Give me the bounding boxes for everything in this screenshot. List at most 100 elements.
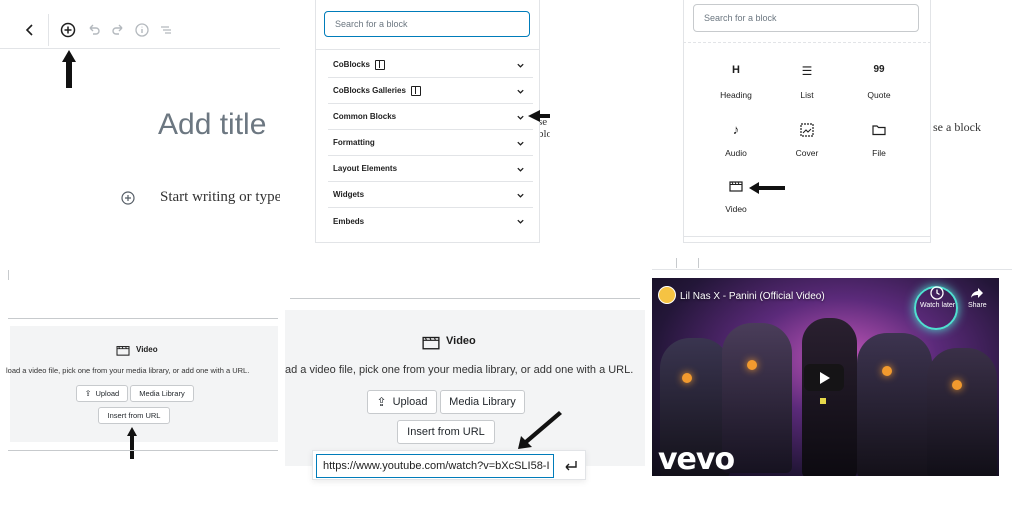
paragraph-placeholder[interactable]: Start writing or type [160, 189, 280, 206]
robot-eye-light [682, 373, 692, 383]
toolbar-divider [48, 14, 49, 46]
panel-embedded-video: Lil Nas X - Panini (Official Video) Watc… [650, 250, 1024, 512]
share-icon[interactable] [970, 286, 984, 300]
block-label: List [800, 90, 814, 100]
block-search-input[interactable]: Search for a block [693, 4, 919, 32]
block-bottom-border [8, 450, 278, 451]
pointer-arrow-left [747, 180, 787, 196]
category-label: Embeds [333, 216, 365, 226]
block-list[interactable]: ☰ List [772, 64, 842, 100]
upload-icon: ⇪ [84, 389, 92, 398]
category-common-blocks[interactable]: Common Blocks [328, 104, 533, 130]
add-block-icon[interactable] [58, 20, 78, 40]
toolbar-bottom-border [0, 48, 280, 49]
search-divider [315, 49, 540, 50]
coblocks-logo-icon [410, 85, 421, 96]
quote-icon: 99 [873, 64, 885, 75]
info-icon[interactable] [132, 20, 152, 40]
block-navigation-icon[interactable] [156, 20, 176, 40]
chevron-down-icon [517, 219, 524, 224]
category-label: Formatting [333, 138, 375, 147]
upload-button[interactable]: ⇪ Upload [367, 390, 437, 414]
inline-add-block-icon[interactable] [120, 190, 136, 206]
video-icon [728, 178, 744, 194]
category-coblocks[interactable]: CoBlocks [328, 52, 533, 78]
upload-label: Upload [392, 396, 428, 408]
chevron-down-icon [517, 193, 524, 198]
block-heading[interactable]: H Heading [701, 64, 771, 100]
block-label: File [872, 148, 886, 158]
placeholder-instructions: ad a video file, pick one from your medi… [285, 364, 634, 376]
redo-icon[interactable] [108, 20, 128, 40]
insert-from-url-button[interactable]: Insert from URL [98, 407, 170, 424]
robot-eye-light [952, 380, 962, 390]
search-divider [683, 42, 931, 43]
chevron-down-icon [517, 63, 524, 68]
video-icon [116, 344, 130, 356]
url-input[interactable]: https://www.youtube.com/watch?v=bXcSLI58… [316, 454, 554, 478]
list-icon: ☰ [801, 64, 813, 78]
toolbar-divider [676, 258, 677, 268]
panel-video-placeholder-small: Video load a video file, pick one from y… [0, 262, 290, 512]
category-widgets[interactable]: Widgets [328, 182, 533, 208]
category-coblocks-galleries[interactable]: CoBlocks Galleries [328, 78, 533, 104]
robot-figure [857, 333, 932, 476]
undo-icon[interactable] [84, 20, 104, 40]
category-formatting[interactable]: Formatting [328, 130, 533, 156]
category-label: Common Blocks [333, 112, 397, 121]
post-title-placeholder[interactable]: Add title [158, 108, 266, 142]
cursor-mark [8, 270, 9, 280]
video-icon [422, 334, 440, 350]
placeholder-instructions: load a video file, pick one from your me… [6, 366, 250, 375]
audio-icon: ♪ [732, 122, 740, 137]
block-file[interactable]: File [844, 122, 914, 158]
block-cover[interactable]: Cover [772, 122, 842, 158]
placeholder-title: Video [446, 335, 476, 347]
block-label: Quote [867, 90, 891, 100]
pointer-arrow-left [526, 108, 550, 124]
robot-eye-light [747, 360, 757, 370]
watch-later-icon[interactable] [930, 286, 944, 300]
pointer-arrow-up [60, 48, 78, 90]
back-chevron-icon[interactable] [20, 20, 40, 40]
robot-eye-light [882, 366, 892, 376]
panel-common-blocks-grid: se a block Search for a block H Heading … [683, 0, 1024, 250]
youtube-embed[interactable]: Lil Nas X - Panini (Official Video) Watc… [652, 278, 999, 476]
cover-icon [799, 122, 815, 138]
block-top-border [8, 318, 278, 319]
coblocks-logo-icon [374, 59, 385, 70]
panel-video-placeholder-url: Video ad a video file, pick one from you… [285, 262, 645, 512]
block-search-input[interactable]: Search for a block [324, 11, 530, 37]
block-label: Heading [720, 90, 752, 100]
block-top-border [290, 298, 640, 299]
play-button-icon[interactable] [804, 364, 844, 391]
panel-editor-toolbar: Add title Start writing or type [0, 0, 280, 250]
chevron-down-icon [517, 167, 524, 172]
panel-block-categories: se a block Search for a block CoBlocks C… [310, 0, 550, 250]
toolbar-divider [698, 258, 699, 268]
video-title[interactable]: Lil Nas X - Panini (Official Video) [680, 291, 825, 302]
behind-text: se a block [933, 120, 981, 134]
jacket-patch [820, 398, 826, 404]
media-library-button[interactable]: Media Library [440, 390, 525, 414]
file-icon [871, 122, 887, 138]
category-divider [683, 236, 931, 237]
media-library-button[interactable]: Media Library [130, 385, 194, 402]
category-layout-elements[interactable]: Layout Elements [328, 156, 533, 182]
apply-enter-icon[interactable] [563, 459, 579, 473]
block-quote[interactable]: 99 Quote [844, 64, 914, 100]
upload-button[interactable]: ⇪ Upload [76, 385, 128, 402]
placeholder-title: Video [136, 345, 158, 354]
chevron-down-icon [517, 89, 524, 94]
share-label: Share [968, 302, 987, 309]
category-label: Layout Elements [333, 164, 398, 173]
category-embeds[interactable]: Embeds [328, 208, 533, 234]
block-label: Cover [795, 148, 819, 158]
block-label: Audio [725, 148, 747, 158]
block-audio[interactable]: ♪ Audio [701, 122, 771, 158]
insert-from-url-button[interactable]: Insert from URL [397, 420, 495, 444]
category-label: CoBlocks Galleries [333, 86, 406, 95]
channel-avatar[interactable] [658, 286, 676, 304]
pointer-arrow-diagonal [515, 408, 565, 452]
chevron-down-icon [517, 141, 524, 146]
